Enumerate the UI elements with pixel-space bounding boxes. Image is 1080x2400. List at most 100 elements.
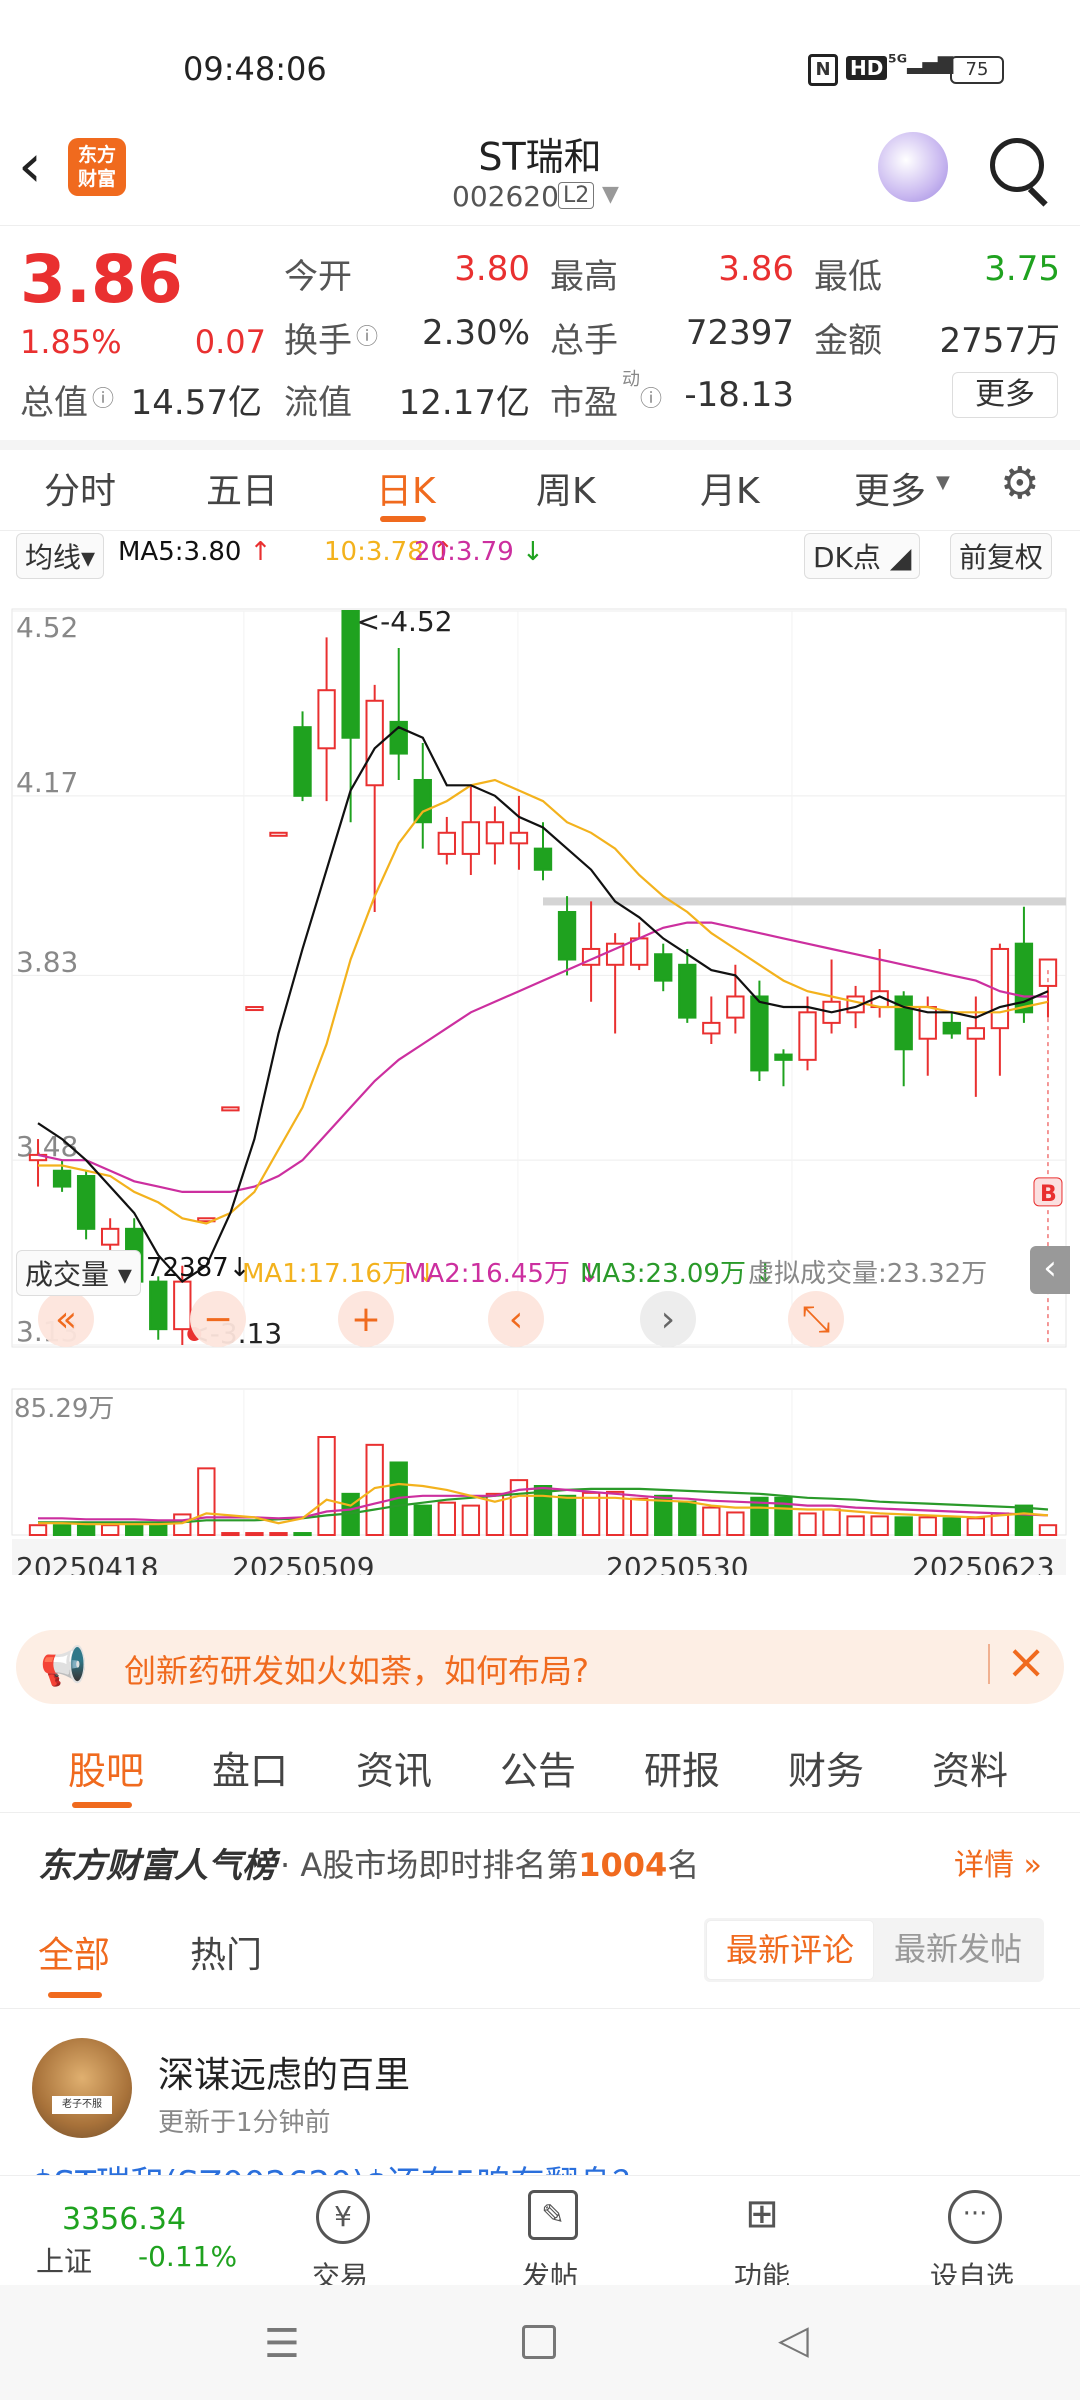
- vol-ma3-value: MA3:23.09万: [580, 1259, 746, 1289]
- home-icon[interactable]: [522, 2325, 556, 2359]
- search-icon[interactable]: [990, 138, 1044, 192]
- rank-detail-label: 详情: [954, 1848, 1014, 1883]
- volume-bar: [846, 1515, 865, 1537]
- post-edit-icon[interactable]: ✎: [528, 2190, 578, 2240]
- sort-newest-comment[interactable]: 最新评论: [706, 1920, 874, 1980]
- tab-five-day[interactable]: 五日: [206, 462, 278, 514]
- trade-yen-icon[interactable]: ¥: [316, 2190, 370, 2244]
- volume-bar: [76, 1524, 96, 1537]
- volume-bar: [942, 1517, 961, 1537]
- mcap-label: 总值: [20, 383, 88, 423]
- info-icon[interactable]: ⓘ: [92, 381, 114, 413]
- dropdown-icon[interactable]: ▼: [602, 182, 619, 207]
- rank-detail-link[interactable]: 详情 »: [954, 1840, 1042, 1884]
- info-icon[interactable]: ⓘ: [640, 381, 662, 413]
- volume-bar: [173, 1513, 192, 1536]
- post-snippet[interactable]: $ST瑞和(SZ002620)$还有5咱有翻身？: [32, 2156, 646, 2175]
- promo-banner[interactable]: 📢 创新药研发如火如荼，如何布局? ×: [16, 1630, 1064, 1704]
- kline-chart-area: 均线▾ MA5:3.80 ↑ 10:3.78 ↑ 20:3.79 ↓ DK点 ◢…: [0, 530, 1080, 1610]
- open-label: 今开: [284, 257, 352, 297]
- candle-body: [654, 953, 673, 982]
- tab-notice[interactable]: 公告: [500, 1740, 576, 1795]
- rank-text: · A股市场即时排名第1004名: [280, 1840, 699, 1886]
- kline-chart[interactable]: 4.524.173.833.483.13<-4.52<-3.13B«−+‹›⤡8…: [0, 575, 1080, 1575]
- avatar[interactable]: 老子不服: [32, 2038, 132, 2138]
- tab-all[interactable]: 全部: [38, 1926, 110, 1978]
- post-item[interactable]: 老子不服 深谋远虑的百里 更新于1分钟前 $ST瑞和(SZ002620)$还有5…: [0, 2010, 1080, 2175]
- settings-gear-icon[interactable]: ⚙: [1000, 458, 1039, 509]
- volume-bar: [1038, 1524, 1058, 1537]
- function-grid-icon[interactable]: ⊞: [738, 2190, 786, 2238]
- banner-text: 创新药研发如火如荼，如何布局?: [124, 1652, 589, 1690]
- close-icon[interactable]: ×: [1006, 1634, 1046, 1690]
- candle-body: [149, 1280, 168, 1331]
- volume-bar: [1014, 1504, 1034, 1536]
- volume-selector[interactable]: 成交量 ▾: [16, 1250, 141, 1296]
- candle-body: [100, 1227, 120, 1246]
- volume-bar: [317, 1436, 336, 1536]
- tab-hot[interactable]: 热门: [190, 1926, 262, 1978]
- volume-bar: [100, 1524, 120, 1537]
- ma5-line: [37, 725, 1049, 1284]
- tab-research[interactable]: 研报: [644, 1740, 720, 1795]
- signal-5g-icon: ⁵ᴳ▂▄▆: [888, 50, 954, 74]
- tab-monthly-k[interactable]: 月K: [700, 462, 760, 514]
- vol-value: 72387: [146, 1253, 229, 1283]
- price-panel-frame: [11, 608, 1067, 1348]
- info-icon[interactable]: ⓘ: [356, 319, 378, 351]
- arrow-up-icon: ↑: [241, 537, 272, 567]
- menu-icon[interactable]: ☰: [264, 2321, 300, 2367]
- chevron-down-icon: ▼: [936, 472, 950, 493]
- vol-ma2-value: MA2:16.45万: [404, 1259, 570, 1289]
- volume-bar: [245, 1532, 264, 1537]
- post-author[interactable]: 深谋远虑的百里: [158, 2046, 410, 2098]
- candle-body: [52, 1169, 72, 1188]
- volume-bar: [702, 1506, 721, 1536]
- float-label: 流值: [284, 383, 352, 423]
- candle-body: [437, 831, 456, 855]
- candle-body: [966, 1027, 986, 1040]
- index-name[interactable]: 上证: [36, 2240, 92, 2280]
- index-value[interactable]: 3356.34: [62, 2202, 186, 2237]
- dk-point-button[interactable]: DK点 ◢: [804, 533, 921, 579]
- tab-more[interactable]: 更多: [854, 462, 926, 514]
- feed-tabs: 全部 热门 最新评论 最新发帖: [0, 1902, 1080, 2009]
- tab-guba[interactable]: 股吧: [68, 1740, 144, 1795]
- tab-news[interactable]: 资讯: [356, 1740, 432, 1795]
- candle-body: [269, 831, 288, 837]
- more-button[interactable]: 更多: [952, 372, 1058, 418]
- tab-pankou[interactable]: 盘口: [212, 1740, 288, 1795]
- vol-legend: 72387↓: [146, 1253, 251, 1283]
- tab-minute[interactable]: 分时: [44, 462, 116, 514]
- candle-body: [702, 1021, 721, 1035]
- sort-newest-post[interactable]: 最新发帖: [874, 1920, 1042, 1980]
- tab-finance[interactable]: 财务: [788, 1740, 864, 1795]
- adjust-button[interactable]: 前复权: [950, 533, 1053, 579]
- high-value: 3.86: [718, 249, 794, 289]
- y-tick-label: 4.52: [16, 611, 78, 644]
- index-pct[interactable]: -0.11%: [138, 2240, 237, 2273]
- candle-body: [413, 778, 432, 824]
- ma-selector[interactable]: 均线▾: [16, 533, 105, 579]
- turnover-label: 换手: [284, 321, 352, 361]
- volume-bar: [678, 1500, 697, 1536]
- robot-assistant-icon[interactable]: [878, 132, 948, 202]
- candle-body: [774, 1053, 793, 1061]
- hd-icon: HD: [846, 56, 888, 80]
- ma20-value: 20:3.79: [414, 537, 514, 567]
- volume-bar: [870, 1515, 889, 1537]
- open-value: 3.80: [454, 249, 530, 289]
- dk-point-label: DK点: [813, 541, 881, 574]
- chart-control-icon: +: [351, 1299, 381, 1340]
- double-chevron-right-icon: »: [1014, 1848, 1042, 1883]
- tab-daily-k[interactable]: 日K: [376, 462, 436, 514]
- tab-profile[interactable]: 资料: [932, 1740, 1008, 1795]
- collapse-panel-icon[interactable]: ‹: [1030, 1246, 1070, 1294]
- popularity-rank-row[interactable]: 东方财富人气榜 · A股市场即时排名第1004名 详情 »: [0, 1812, 1080, 1902]
- volume-bar: [52, 1524, 72, 1537]
- more-dots-icon[interactable]: ···: [948, 2190, 1002, 2244]
- battery-icon: 75: [950, 56, 1004, 84]
- tab-weekly-k[interactable]: 周K: [536, 462, 596, 514]
- back-triangle-icon[interactable]: ◁: [778, 2317, 809, 2363]
- level2-badge[interactable]: L2: [558, 182, 595, 209]
